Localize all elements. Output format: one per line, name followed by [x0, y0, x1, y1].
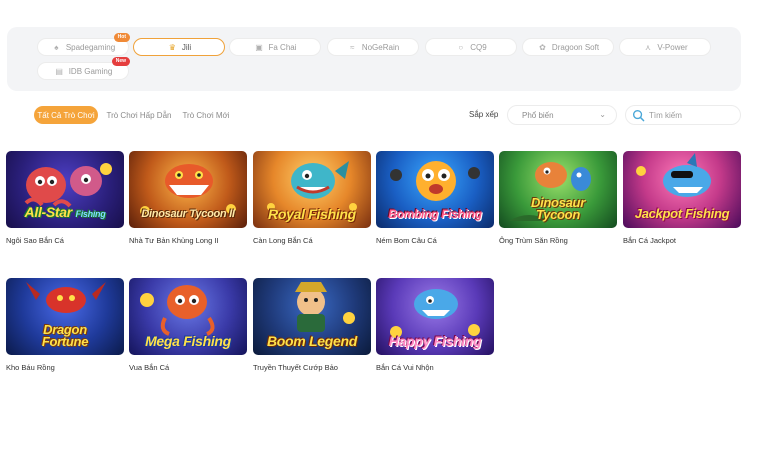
- game-thumbnail[interactable]: Bombing Fishing: [376, 151, 494, 228]
- tab-label: Trò Chơi Mới: [182, 110, 230, 120]
- game-lobby-page: ♠ Spadegaming Hot ♛ Jili ▣ Fa Chai ≈ NoG…: [0, 0, 758, 450]
- game-name: Ông Trùm Săn Rồng: [499, 236, 568, 245]
- provider-label: V-Power: [657, 42, 688, 52]
- provider-dragoon-soft[interactable]: ✿ Dragoon Soft: [522, 38, 614, 56]
- provider-label: Fa Chai: [268, 42, 297, 52]
- game-name: Càn Long Bắn Cá: [253, 236, 313, 245]
- search-icon: [632, 109, 645, 121]
- game-thumbnail[interactable]: Dragon Fortune: [6, 278, 124, 355]
- game-card-all-star-fishing[interactable]: All-Star Fishing Ngôi Sao Bắn Cá: [6, 151, 124, 245]
- game-card-royal-fishing[interactable]: Royal Fishing Càn Long Bắn Cá: [253, 151, 371, 245]
- game-title-text: Bombing Fishing: [388, 207, 482, 221]
- sort-dropdown[interactable]: Phổ biến ⌄: [507, 105, 617, 125]
- game-title-text: Royal Fishing: [268, 206, 356, 222]
- provider-spadegaming[interactable]: ♠ Spadegaming Hot: [37, 33, 130, 56]
- hot-badge: Hot: [113, 33, 130, 42]
- provider-vpower[interactable]: ⋏ V-Power: [619, 38, 711, 56]
- game-name: Bắn Cá Jackpot: [623, 236, 676, 245]
- vpower-logo-icon: ⋏: [644, 42, 651, 52]
- game-title-text: Mega Fishing: [145, 333, 231, 349]
- game-title-art: Mega Fishing: [129, 334, 247, 348]
- sort-value: Phổ biến: [522, 110, 554, 120]
- game-title-art: Dinosaur Tycoon: [499, 196, 617, 222]
- provider-fachai[interactable]: ▣ Fa Chai: [229, 38, 321, 56]
- game-thumbnail[interactable]: Dinosaur Tycoon II: [129, 151, 247, 228]
- game-thumbnail[interactable]: Royal Fishing: [253, 151, 371, 228]
- chevron-down-icon: ⌄: [599, 110, 606, 119]
- provider-idb-gaming[interactable]: ▤ IDB Gaming New: [37, 57, 130, 80]
- game-card-dinosaur-tycoon[interactable]: Dinosaur Tycoon Ông Trùm Săn Rồng: [499, 151, 617, 245]
- search-input[interactable]: [649, 110, 739, 120]
- tab-label: Tất Cả Trò Chơi: [37, 110, 95, 120]
- game-card-jackpot-fishing[interactable]: Jackpot Fishing Bắn Cá Jackpot: [623, 151, 741, 245]
- game-subtitle-text: Tycoon: [536, 207, 580, 222]
- game-title-art: Dragon Fortune: [6, 323, 124, 349]
- provider-nogerain[interactable]: ≈ NoGeRain: [327, 38, 419, 56]
- tab-hot-games[interactable]: Trò Chơi Hấp Dẫn: [104, 106, 174, 124]
- provider-label: Jili: [181, 42, 192, 52]
- game-card-dragon-fortune[interactable]: Dragon Fortune Kho Báu Rồng: [6, 278, 124, 372]
- game-card-mega-fishing[interactable]: Mega Fishing Vua Bắn Cá: [129, 278, 247, 372]
- game-name: Nhà Tư Bản Khủng Long II: [129, 236, 219, 245]
- provider-cq9[interactable]: ○ CQ9: [425, 38, 517, 56]
- game-title-art: All-Star Fishing: [6, 205, 124, 221]
- game-thumbnail[interactable]: All-Star Fishing: [6, 151, 124, 228]
- game-name: Ném Bom Câu Cá: [376, 236, 437, 245]
- game-thumbnail[interactable]: Dinosaur Tycoon: [499, 151, 617, 228]
- provider-label: CQ9: [470, 42, 487, 52]
- game-title-text: Jackpot Fishing: [634, 206, 730, 221]
- game-card-happy-fishing[interactable]: Happy Fishing Bắn Cá Vui Nhộn: [376, 278, 494, 372]
- game-name: Ngôi Sao Bắn Cá: [6, 236, 64, 245]
- game-title-text: Happy Fishing: [388, 333, 482, 349]
- game-thumbnail[interactable]: Mega Fishing: [129, 278, 247, 355]
- cq9-logo-icon: ○: [458, 42, 464, 52]
- game-name: Truyền Thuyết Cướp Bảo: [253, 363, 338, 372]
- game-title-art: Bombing Fishing: [376, 207, 494, 221]
- tab-new-games[interactable]: Trò Chơi Mới: [180, 106, 232, 124]
- game-title-art: Happy Fishing: [376, 334, 494, 348]
- game-card-bombing-fishing[interactable]: Bombing Fishing Ném Bom Câu Cá: [376, 151, 494, 245]
- game-subtitle-text: Fortune: [41, 334, 89, 349]
- provider-jili[interactable]: ♛ Jili: [133, 38, 225, 56]
- game-title-art: Royal Fishing: [253, 207, 371, 221]
- game-title-art: Dinosaur Tycoon II: [129, 207, 247, 221]
- game-thumbnail[interactable]: Boom Legend: [253, 278, 371, 355]
- game-name: Bắn Cá Vui Nhộn: [376, 363, 434, 372]
- sort-label: Sắp xếp: [469, 110, 499, 119]
- spade-logo-icon: ♠: [54, 42, 59, 52]
- jili-crown-icon: ♛: [168, 42, 176, 52]
- new-badge: New: [111, 57, 130, 66]
- provider-label: Dragoon Soft: [551, 42, 600, 52]
- game-subtitle-text: Fishing: [75, 209, 106, 219]
- game-card-dinosaur-tycoon-ii[interactable]: Dinosaur Tycoon II Nhà Tư Bản Khủng Long…: [129, 151, 247, 245]
- game-name: Vua Bắn Cá: [129, 363, 170, 372]
- game-subtitle-text: II: [229, 208, 235, 220]
- game-thumbnail[interactable]: Jackpot Fishing: [623, 151, 741, 228]
- tab-label: Trò Chơi Hấp Dẫn: [106, 110, 172, 120]
- game-thumbnail[interactable]: Happy Fishing: [376, 278, 494, 355]
- provider-label: NoGeRain: [361, 42, 400, 52]
- wave-logo-icon: ≈: [350, 42, 355, 52]
- game-title-text: All-Star: [24, 204, 73, 220]
- game-title-art: Boom Legend: [253, 334, 371, 348]
- game-title-art: Jackpot Fishing: [623, 207, 741, 221]
- game-name: Kho Báu Rồng: [6, 363, 55, 372]
- game-title-text: Dinosaur Tycoon: [141, 208, 227, 220]
- game-title-text: Boom Legend: [266, 333, 358, 349]
- dragon-logo-icon: ✿: [539, 42, 546, 52]
- tab-all-games[interactable]: Tất Cả Trò Chơi: [34, 106, 98, 124]
- search-box: [625, 105, 741, 125]
- game-card-boom-legend[interactable]: Boom Legend Truyền Thuyết Cướp Bảo: [253, 278, 371, 372]
- provider-label: Spadegaming: [65, 42, 116, 52]
- provider-label: IDB Gaming: [68, 66, 113, 76]
- idb-logo-icon: ▤: [55, 66, 63, 76]
- fachai-logo-icon: ▣: [255, 42, 263, 52]
- provider-panel: ♠ Spadegaming Hot ♛ Jili ▣ Fa Chai ≈ NoG…: [7, 27, 741, 91]
